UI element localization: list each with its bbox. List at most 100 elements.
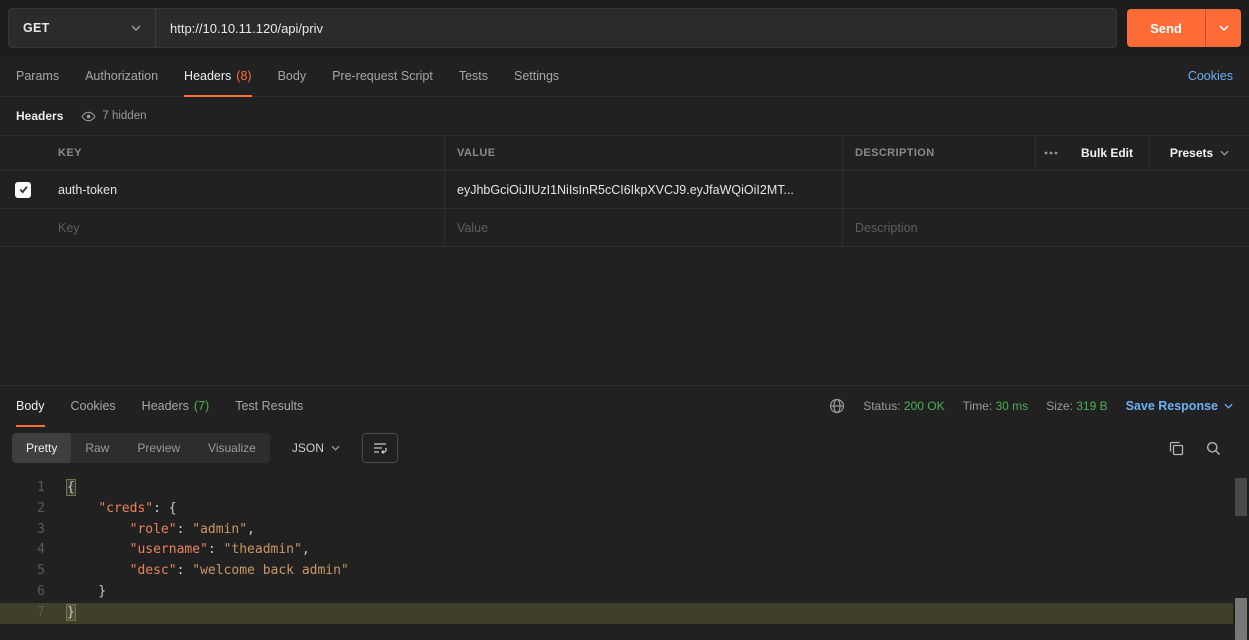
- tab-label: Cookies: [71, 399, 116, 413]
- headers-table: KEY VALUE DESCRIPTION Bulk Edit Presets: [0, 135, 1249, 247]
- tab-settings[interactable]: Settings: [514, 56, 559, 96]
- new-key-input[interactable]: Key: [46, 221, 444, 235]
- select-all-column: [0, 136, 46, 170]
- key-column-header: KEY: [46, 147, 444, 159]
- scrollbar-thumb-bottom[interactable]: [1235, 598, 1247, 640]
- new-value-input[interactable]: Value: [444, 209, 842, 246]
- send-options-button[interactable]: [1205, 9, 1241, 47]
- network-globe-icon[interactable]: [829, 398, 845, 414]
- line-number: 2: [0, 499, 45, 520]
- method-dropdown[interactable]: GET: [9, 9, 156, 47]
- headers-section-title: Headers: [16, 109, 63, 123]
- code-line: 4 "username": "theadmin",: [0, 540, 1233, 561]
- new-row-checkbox-slot: [0, 209, 46, 246]
- send-button[interactable]: Send: [1127, 9, 1205, 47]
- tab-params[interactable]: Params: [16, 56, 59, 96]
- tab-label: Headers: [184, 69, 231, 83]
- send-button-group: Send: [1127, 9, 1241, 47]
- checkmark-icon: [18, 184, 29, 195]
- search-icon: [1206, 441, 1221, 456]
- response-tab-cookies[interactable]: Cookies: [71, 386, 116, 426]
- view-pretty-tab[interactable]: Pretty: [12, 433, 71, 463]
- tab-label: Test Results: [235, 399, 303, 413]
- wrap-text-button[interactable]: [362, 433, 398, 463]
- tab-body[interactable]: Body: [278, 56, 307, 96]
- new-header-row: Key Value Description: [0, 209, 1249, 247]
- chevron-down-icon: [1220, 150, 1229, 156]
- presets-dropdown[interactable]: Presets: [1149, 136, 1249, 170]
- code-line: 3 "role": "admin",: [0, 520, 1233, 541]
- line-number: 7: [0, 603, 45, 624]
- tab-authorization[interactable]: Authorization: [85, 56, 158, 96]
- more-options-button[interactable]: [1035, 136, 1065, 170]
- row-checkbox[interactable]: [15, 182, 31, 198]
- bulk-edit-button[interactable]: Bulk Edit: [1065, 136, 1149, 170]
- tab-headers[interactable]: Headers (8): [184, 56, 252, 96]
- header-value-cell[interactable]: eyJhbGciOiJIUzI1NiIsInR5cCI6IkpXVCJ9.eyJ…: [444, 171, 842, 208]
- language-dropdown[interactable]: JSON: [282, 433, 350, 463]
- copy-icon: [1169, 441, 1184, 456]
- response-tabs: Body Cookies Headers (7) Test Results St…: [0, 386, 1249, 426]
- tab-label: Body: [16, 399, 45, 413]
- line-number: 3: [0, 520, 45, 541]
- tab-pre-request-script[interactable]: Pre-request Script: [332, 56, 433, 96]
- header-key-cell[interactable]: auth-token: [46, 183, 444, 197]
- tab-tests[interactable]: Tests: [459, 56, 488, 96]
- tab-label: Params: [16, 69, 59, 83]
- response-panel: Body Cookies Headers (7) Test Results St…: [0, 385, 1249, 640]
- copy-response-button[interactable]: [1169, 441, 1184, 456]
- code-line: 5 "desc": "welcome back admin": [0, 561, 1233, 582]
- tab-label: Body: [278, 69, 307, 83]
- language-label: JSON: [292, 441, 324, 455]
- response-tab-headers[interactable]: Headers (7): [142, 386, 210, 426]
- view-visualize-tab[interactable]: Visualize: [194, 433, 270, 463]
- view-raw-tab[interactable]: Raw: [71, 433, 123, 463]
- response-tab-test-results[interactable]: Test Results: [235, 386, 303, 426]
- tab-label: Authorization: [85, 69, 158, 83]
- code-line: 2 "creds": {: [0, 499, 1233, 520]
- description-column-header: DESCRIPTION: [842, 136, 1035, 170]
- search-response-button[interactable]: [1206, 441, 1221, 456]
- time-badge: Time: 30 ms: [963, 399, 1029, 413]
- tab-label: Headers: [142, 399, 189, 413]
- chevron-down-icon: [331, 445, 340, 451]
- view-preview-tab[interactable]: Preview: [123, 433, 194, 463]
- tab-label: Settings: [514, 69, 559, 83]
- line-number: 5: [0, 561, 45, 582]
- line-number: 4: [0, 540, 45, 561]
- cookies-link[interactable]: Cookies: [1188, 56, 1233, 96]
- code-line: 6 }: [0, 582, 1233, 603]
- response-tab-body[interactable]: Body: [16, 386, 45, 426]
- line-number: 6: [0, 582, 45, 603]
- request-panel-empty-space: [0, 247, 1249, 385]
- line-number: 1: [0, 478, 45, 499]
- method-label: GET: [23, 21, 50, 35]
- chevron-down-icon: [131, 25, 141, 31]
- response-toolbar-right: [1169, 441, 1237, 456]
- hidden-headers-label: 7 hidden: [102, 110, 146, 122]
- status-badge: Status: 200 OK: [863, 399, 944, 413]
- tab-label: Tests: [459, 69, 488, 83]
- url-control: GET: [8, 8, 1117, 48]
- response-body-editor[interactable]: 1{2 "creds": {3 "role": "admin",4 "usern…: [0, 470, 1249, 640]
- headers-table-header: KEY VALUE DESCRIPTION Bulk Edit Presets: [0, 136, 1249, 171]
- wrap-text-icon: [373, 442, 387, 454]
- response-meta: Status: 200 OK Time: 30 ms Size: 319 B S…: [829, 386, 1233, 426]
- size-badge: Size: 319 B: [1046, 399, 1107, 413]
- save-response-button[interactable]: Save Response: [1126, 399, 1233, 413]
- header-description-cell[interactable]: [842, 171, 1249, 208]
- api-client-app: GET Send Params Authorization Headers (8…: [0, 0, 1249, 640]
- view-mode-tabs: Pretty Raw Preview Visualize: [12, 433, 270, 463]
- headers-section-header: Headers 7 hidden: [0, 97, 1249, 135]
- request-tabs: Params Authorization Headers (8) Body Pr…: [0, 56, 1249, 97]
- presets-label: Presets: [1170, 146, 1213, 160]
- hidden-headers-toggle[interactable]: 7 hidden: [81, 110, 146, 122]
- scrollbar-thumb-top[interactable]: [1235, 478, 1247, 516]
- url-input[interactable]: [156, 9, 1116, 47]
- eye-icon: [81, 111, 96, 122]
- new-description-input[interactable]: Description: [842, 209, 1249, 246]
- code-line: 7}: [0, 603, 1233, 624]
- chevron-down-icon: [1224, 403, 1233, 409]
- code-line: 1{: [0, 478, 1233, 499]
- response-view-toolbar: Pretty Raw Preview Visualize JSON: [0, 426, 1249, 470]
